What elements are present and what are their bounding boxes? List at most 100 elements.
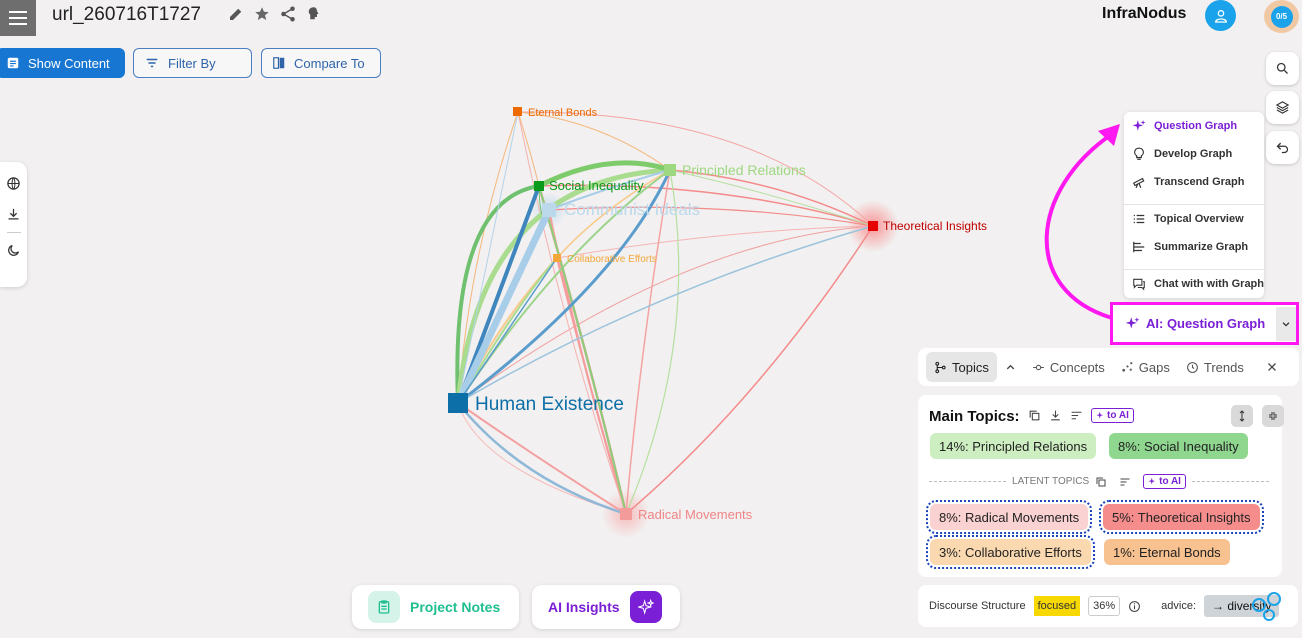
tab-concepts[interactable]: Concepts bbox=[1024, 352, 1113, 382]
label-communist-ideals: Communist Ideals bbox=[564, 200, 700, 219]
search-icon bbox=[1276, 62, 1288, 74]
topic-pill-social-inequality[interactable]: 8%: Social Inequality bbox=[1109, 433, 1248, 459]
menu-item-label: Transcend Graph bbox=[1154, 176, 1245, 188]
tab-trends[interactable]: Trends bbox=[1178, 352, 1252, 382]
concepts-icon bbox=[1032, 364, 1044, 370]
list-icon bbox=[1133, 214, 1145, 224]
ai-insights-button[interactable]: AI Insights bbox=[532, 585, 680, 629]
share-icon[interactable] bbox=[279, 5, 297, 23]
notes-icon-box bbox=[368, 591, 400, 623]
left-toolbar bbox=[0, 162, 27, 287]
project-notes-button[interactable]: Project Notes bbox=[352, 585, 519, 629]
menu-item-label: Topical Overview bbox=[1154, 213, 1244, 225]
undo-icon bbox=[1276, 142, 1289, 154]
node-social-inequality[interactable] bbox=[534, 181, 544, 191]
download-icon[interactable] bbox=[6, 207, 21, 222]
undo-button[interactable] bbox=[1266, 131, 1299, 164]
to-ai-button[interactable]: to AI bbox=[1091, 408, 1134, 423]
to-ai-label: to AI bbox=[1107, 410, 1129, 421]
pencil-icon[interactable] bbox=[227, 5, 245, 23]
ai-dropdown-toggle[interactable] bbox=[1276, 306, 1296, 341]
show-content-button[interactable]: Show Content bbox=[0, 48, 125, 78]
collapse-button[interactable] bbox=[997, 352, 1024, 382]
menu-item-question-graph[interactable]: Question Graph bbox=[1132, 119, 1237, 133]
hamburger-menu-button[interactable] bbox=[0, 0, 36, 36]
chevron-down-icon bbox=[1282, 321, 1290, 327]
node-collaborative-efforts[interactable] bbox=[553, 254, 561, 262]
expand-icon bbox=[1239, 410, 1245, 422]
chat-icon bbox=[1133, 278, 1145, 291]
label-eternal-bonds: Eternal Bonds bbox=[528, 107, 598, 119]
label-collaborative-efforts: Collaborative Efforts bbox=[567, 254, 657, 265]
info-icon[interactable] bbox=[1128, 600, 1141, 613]
tab-gaps[interactable]: Gaps bbox=[1113, 352, 1178, 382]
latent-to-ai-button[interactable]: to AI bbox=[1143, 474, 1186, 489]
menu-item-label: Question Graph bbox=[1154, 120, 1238, 132]
discourse-status-badge[interactable]: focused bbox=[1033, 596, 1081, 616]
analytics-tabs: Topics Concepts Gaps Trends bbox=[918, 348, 1299, 386]
menu-divider bbox=[1124, 269, 1264, 270]
compare-to-label: Compare To bbox=[294, 55, 365, 71]
user-account-button[interactable] bbox=[1205, 0, 1236, 31]
lightbulb-icon bbox=[1134, 147, 1144, 160]
globe-icon[interactable] bbox=[6, 176, 21, 191]
topic-label: 3%: Collaborative Efforts bbox=[939, 544, 1082, 560]
sort-icon[interactable] bbox=[1070, 409, 1083, 422]
credits-indicator[interactable]: 0/5 bbox=[1264, 0, 1299, 33]
dark-mode-icon[interactable] bbox=[6, 243, 21, 258]
ai-button-main[interactable]: AI: Question Graph bbox=[1113, 316, 1276, 331]
topics-icon bbox=[935, 361, 946, 373]
topic-pill-principled-relations[interactable]: 14%: Principled Relations bbox=[930, 433, 1097, 459]
brain-icon[interactable] bbox=[305, 5, 323, 23]
gaps-icon bbox=[1122, 361, 1133, 372]
node-theoretical-insights[interactable] bbox=[868, 221, 878, 231]
divider bbox=[6, 232, 21, 233]
latent-topics-heading: LATENT TOPICS bbox=[1012, 476, 1090, 487]
compare-to-button[interactable]: Compare To bbox=[261, 48, 381, 78]
graph-labels: Eternal Bonds Principled Relations Socia… bbox=[475, 107, 987, 522]
ai-question-graph-button[interactable]: AI: Question Graph bbox=[1110, 302, 1299, 345]
label-theoretical-insights: Theoretical Insights bbox=[883, 219, 987, 233]
main-topics-heading: Main Topics: bbox=[929, 408, 1020, 425]
node-principled-relations[interactable] bbox=[664, 164, 676, 176]
show-content-label: Show Content bbox=[28, 55, 110, 71]
topics-panel: Main Topics: to AI 14%: Principled Relat… bbox=[918, 395, 1284, 577]
node-eternal-bonds[interactable] bbox=[513, 107, 522, 116]
modularity-percent: 36% bbox=[1088, 596, 1121, 616]
topic-pill-theoretical-insights[interactable]: 5%: Theoretical Insights bbox=[1099, 500, 1264, 534]
brand-name: InfraNodus bbox=[1102, 5, 1187, 22]
node-communist-ideals[interactable] bbox=[542, 203, 556, 217]
menu-item-label: Develop Graph bbox=[1154, 148, 1233, 160]
ai-dropdown-menu: Question Graph Develop Graph Transcend G… bbox=[1124, 112, 1264, 298]
star-icon[interactable] bbox=[253, 5, 271, 23]
sort-icon[interactable] bbox=[1119, 476, 1131, 488]
filter-icon bbox=[146, 58, 158, 68]
sparkle-icon bbox=[637, 599, 654, 615]
download-icon[interactable] bbox=[1049, 409, 1062, 422]
compress-button[interactable] bbox=[1262, 405, 1284, 427]
topic-pill-eternal-bonds[interactable]: 1%: Eternal Bonds bbox=[1104, 539, 1230, 565]
topic-pill-collaborative-efforts[interactable]: 3%: Collaborative Efforts bbox=[926, 535, 1095, 569]
copy-icon[interactable] bbox=[1028, 409, 1041, 422]
topic-label: 8%: Radical Movements bbox=[939, 509, 1080, 525]
tab-label: Concepts bbox=[1049, 359, 1105, 375]
copy-icon[interactable] bbox=[1095, 476, 1107, 488]
node-radical-movements[interactable] bbox=[620, 508, 632, 520]
layers-button[interactable] bbox=[1266, 91, 1299, 124]
tab-label: Topics bbox=[952, 359, 989, 375]
topic-label: 1%: Eternal Bonds bbox=[1113, 544, 1221, 560]
menu-item-summarize-graph[interactable]: Summarize Graph bbox=[1132, 240, 1248, 254]
close-panel-button[interactable] bbox=[1258, 352, 1286, 382]
filter-by-button[interactable]: Filter By bbox=[133, 48, 252, 78]
topic-pill-radical-movements[interactable]: 8%: Radical Movements bbox=[925, 500, 1093, 534]
search-button[interactable] bbox=[1266, 52, 1299, 85]
project-title[interactable]: url_260716T1727 bbox=[52, 4, 201, 26]
project-notes-label: Project Notes bbox=[410, 599, 501, 615]
expand-button[interactable] bbox=[1231, 405, 1253, 427]
node-human-existence[interactable] bbox=[448, 393, 468, 413]
tab-topics[interactable]: Topics bbox=[926, 352, 997, 382]
menu-item-chat-with-graph[interactable]: Chat with with Graph bbox=[1132, 277, 1264, 291]
menu-item-topical-overview[interactable]: Topical Overview bbox=[1132, 212, 1244, 226]
menu-item-transcend-graph[interactable]: Transcend Graph bbox=[1132, 175, 1244, 189]
menu-item-develop-graph[interactable]: Develop Graph bbox=[1132, 147, 1232, 161]
